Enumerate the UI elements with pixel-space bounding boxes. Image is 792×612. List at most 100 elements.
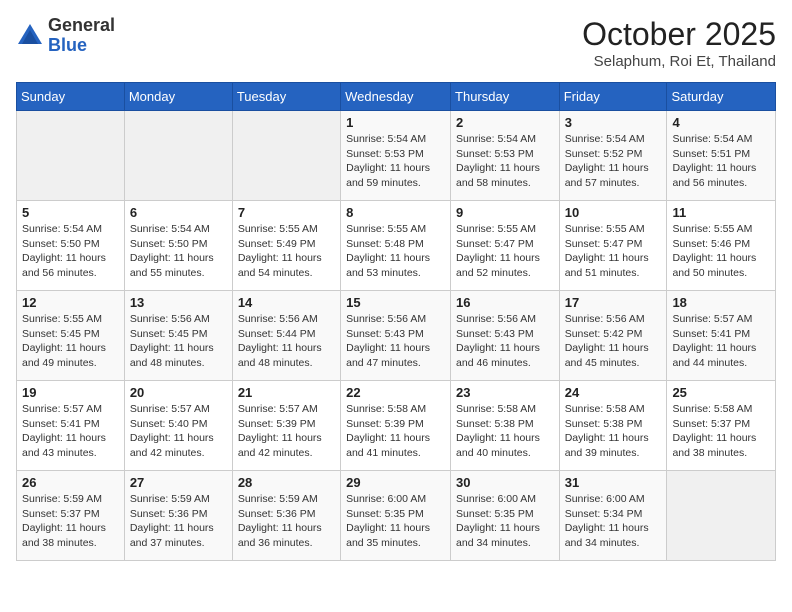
day-info: Sunrise: 5:58 AM Sunset: 5:38 PM Dayligh… [456, 402, 554, 461]
day-info: Sunrise: 5:59 AM Sunset: 5:37 PM Dayligh… [22, 492, 119, 551]
logo-icon [16, 22, 44, 50]
day-number: 25 [672, 385, 770, 400]
day-info: Sunrise: 5:57 AM Sunset: 5:40 PM Dayligh… [130, 402, 227, 461]
day-number: 27 [130, 475, 227, 490]
weekday-header-saturday: Saturday [667, 83, 776, 111]
calendar-cell: 5 Sunrise: 5:54 AM Sunset: 5:50 PM Daylig… [17, 201, 125, 291]
calendar-cell: 22 Sunrise: 5:58 AM Sunset: 5:39 PM Dayli… [341, 381, 451, 471]
day-info: Sunrise: 5:57 AM Sunset: 5:41 PM Dayligh… [22, 402, 119, 461]
day-number: 11 [672, 205, 770, 220]
day-info: Sunrise: 5:54 AM Sunset: 5:50 PM Dayligh… [22, 222, 119, 281]
calendar-cell: 24 Sunrise: 5:58 AM Sunset: 5:38 PM Dayli… [559, 381, 667, 471]
day-info: Sunrise: 5:55 AM Sunset: 5:46 PM Dayligh… [672, 222, 770, 281]
logo: General Blue [16, 16, 115, 56]
day-number: 29 [346, 475, 445, 490]
day-number: 6 [130, 205, 227, 220]
day-info: Sunrise: 5:58 AM Sunset: 5:38 PM Dayligh… [565, 402, 662, 461]
day-number: 3 [565, 115, 662, 130]
calendar-cell: 8 Sunrise: 5:55 AM Sunset: 5:48 PM Daylig… [341, 201, 451, 291]
day-number: 21 [238, 385, 335, 400]
calendar-cell [124, 111, 232, 201]
calendar-cell: 28 Sunrise: 5:59 AM Sunset: 5:36 PM Dayli… [232, 471, 340, 561]
day-info: Sunrise: 5:57 AM Sunset: 5:41 PM Dayligh… [672, 312, 770, 371]
day-number: 12 [22, 295, 119, 310]
calendar-cell: 30Sunrise: 6:00 AM Sunset: 5:35 PM Dayli… [451, 471, 560, 561]
day-number: 31 [565, 475, 662, 490]
day-number: 20 [130, 385, 227, 400]
weekday-header-wednesday: Wednesday [341, 83, 451, 111]
weekday-header-tuesday: Tuesday [232, 83, 340, 111]
day-number: 23 [456, 385, 554, 400]
day-number: 17 [565, 295, 662, 310]
day-info: Sunrise: 5:56 AM Sunset: 5:43 PM Dayligh… [346, 312, 445, 371]
day-number: 18 [672, 295, 770, 310]
day-number: 24 [565, 385, 662, 400]
calendar-cell: 7 Sunrise: 5:55 AM Sunset: 5:49 PM Daylig… [232, 201, 340, 291]
calendar-cell [232, 111, 340, 201]
day-number: 28 [238, 475, 335, 490]
day-number: 8 [346, 205, 445, 220]
calendar-cell: 29 Sunrise: 6:00 AM Sunset: 5:35 PM Dayli… [341, 471, 451, 561]
day-info: Sunrise: 5:54 AM Sunset: 5:51 PM Dayligh… [672, 132, 770, 191]
day-number: 7 [238, 205, 335, 220]
day-info: Sunrise: 5:58 AM Sunset: 5:37 PM Dayligh… [672, 402, 770, 461]
calendar-cell: 13 Sunrise: 5:56 AM Sunset: 5:45 PM Dayli… [124, 291, 232, 381]
day-info: Sunrise: 5:55 AM Sunset: 5:49 PM Dayligh… [238, 222, 335, 281]
month-title: October 2025 [582, 16, 776, 53]
calendar-cell: 15 Sunrise: 5:56 AM Sunset: 5:43 PM Dayli… [341, 291, 451, 381]
day-number: 13 [130, 295, 227, 310]
day-info: Sunrise: 5:54 AM Sunset: 5:50 PM Dayligh… [130, 222, 227, 281]
day-info: Sunrise: 6:00 AM Sunset: 5:34 PM Dayligh… [565, 492, 662, 551]
day-number: 9 [456, 205, 554, 220]
day-info: Sunrise: 5:55 AM Sunset: 5:48 PM Dayligh… [346, 222, 445, 281]
day-info: Sunrise: 6:00 AM Sunset: 5:35 PM Dayligh… [346, 492, 445, 551]
logo-general-text: General [48, 16, 115, 36]
calendar-cell: 27 Sunrise: 5:59 AM Sunset: 5:36 PM Dayli… [124, 471, 232, 561]
day-info: Sunrise: 5:59 AM Sunset: 5:36 PM Dayligh… [238, 492, 335, 551]
calendar-cell: 14Sunrise: 5:56 AM Sunset: 5:44 PM Dayli… [232, 291, 340, 381]
day-info: Sunrise: 5:56 AM Sunset: 5:45 PM Dayligh… [130, 312, 227, 371]
calendar-cell: 19 Sunrise: 5:57 AM Sunset: 5:41 PM Dayli… [17, 381, 125, 471]
day-info: Sunrise: 5:54 AM Sunset: 5:53 PM Dayligh… [346, 132, 445, 191]
calendar-cell: 12Sunrise: 5:55 AM Sunset: 5:45 PM Dayli… [17, 291, 125, 381]
logo-blue-text: Blue [48, 36, 115, 56]
calendar-cell: 2Sunrise: 5:54 AM Sunset: 5:53 PM Daylig… [451, 111, 560, 201]
day-number: 30 [456, 475, 554, 490]
day-info: Sunrise: 5:57 AM Sunset: 5:39 PM Dayligh… [238, 402, 335, 461]
weekday-header-friday: Friday [559, 83, 667, 111]
weekday-header-monday: Monday [124, 83, 232, 111]
day-number: 22 [346, 385, 445, 400]
day-info: Sunrise: 5:55 AM Sunset: 5:47 PM Dayligh… [456, 222, 554, 281]
day-info: Sunrise: 5:59 AM Sunset: 5:36 PM Dayligh… [130, 492, 227, 551]
location-subtitle: Selaphum, Roi Et, Thailand [582, 53, 776, 70]
day-number: 19 [22, 385, 119, 400]
day-number: 16 [456, 295, 554, 310]
day-info: Sunrise: 5:56 AM Sunset: 5:44 PM Dayligh… [238, 312, 335, 371]
day-number: 10 [565, 205, 662, 220]
day-number: 5 [22, 205, 119, 220]
page-header: General Blue October 2025 Selaphum, Roi … [16, 16, 776, 70]
day-number: 2 [456, 115, 554, 130]
day-info: Sunrise: 5:58 AM Sunset: 5:39 PM Dayligh… [346, 402, 445, 461]
calendar-cell [17, 111, 125, 201]
day-info: Sunrise: 5:56 AM Sunset: 5:42 PM Dayligh… [565, 312, 662, 371]
calendar-cell: 1 Sunrise: 5:54 AM Sunset: 5:53 PM Daylig… [341, 111, 451, 201]
day-number: 1 [346, 115, 445, 130]
calendar-cell: 3Sunrise: 5:54 AM Sunset: 5:52 PM Daylig… [559, 111, 667, 201]
weekday-header-thursday: Thursday [451, 83, 560, 111]
day-number: 15 [346, 295, 445, 310]
calendar-cell: 18 Sunrise: 5:57 AM Sunset: 5:41 PM Dayli… [667, 291, 776, 381]
calendar-cell: 4Sunrise: 5:54 AM Sunset: 5:51 PM Daylig… [667, 111, 776, 201]
calendar-cell [667, 471, 776, 561]
calendar-cell: 6 Sunrise: 5:54 AM Sunset: 5:50 PM Daylig… [124, 201, 232, 291]
calendar-cell: 9 Sunrise: 5:55 AM Sunset: 5:47 PM Daylig… [451, 201, 560, 291]
calendar-cell: 17 Sunrise: 5:56 AM Sunset: 5:42 PM Dayli… [559, 291, 667, 381]
day-info: Sunrise: 5:56 AM Sunset: 5:43 PM Dayligh… [456, 312, 554, 371]
title-block: October 2025 Selaphum, Roi Et, Thailand [582, 16, 776, 70]
calendar-table: SundayMondayTuesdayWednesdayThursdayFrid… [16, 82, 776, 561]
calendar-cell: 16 Sunrise: 5:56 AM Sunset: 5:43 PM Dayli… [451, 291, 560, 381]
calendar-cell: 20 Sunrise: 5:57 AM Sunset: 5:40 PM Dayli… [124, 381, 232, 471]
day-info: Sunrise: 5:55 AM Sunset: 5:47 PM Dayligh… [565, 222, 662, 281]
calendar-cell: 25 Sunrise: 5:58 AM Sunset: 5:37 PM Dayli… [667, 381, 776, 471]
calendar-cell: 21 Sunrise: 5:57 AM Sunset: 5:39 PM Dayli… [232, 381, 340, 471]
